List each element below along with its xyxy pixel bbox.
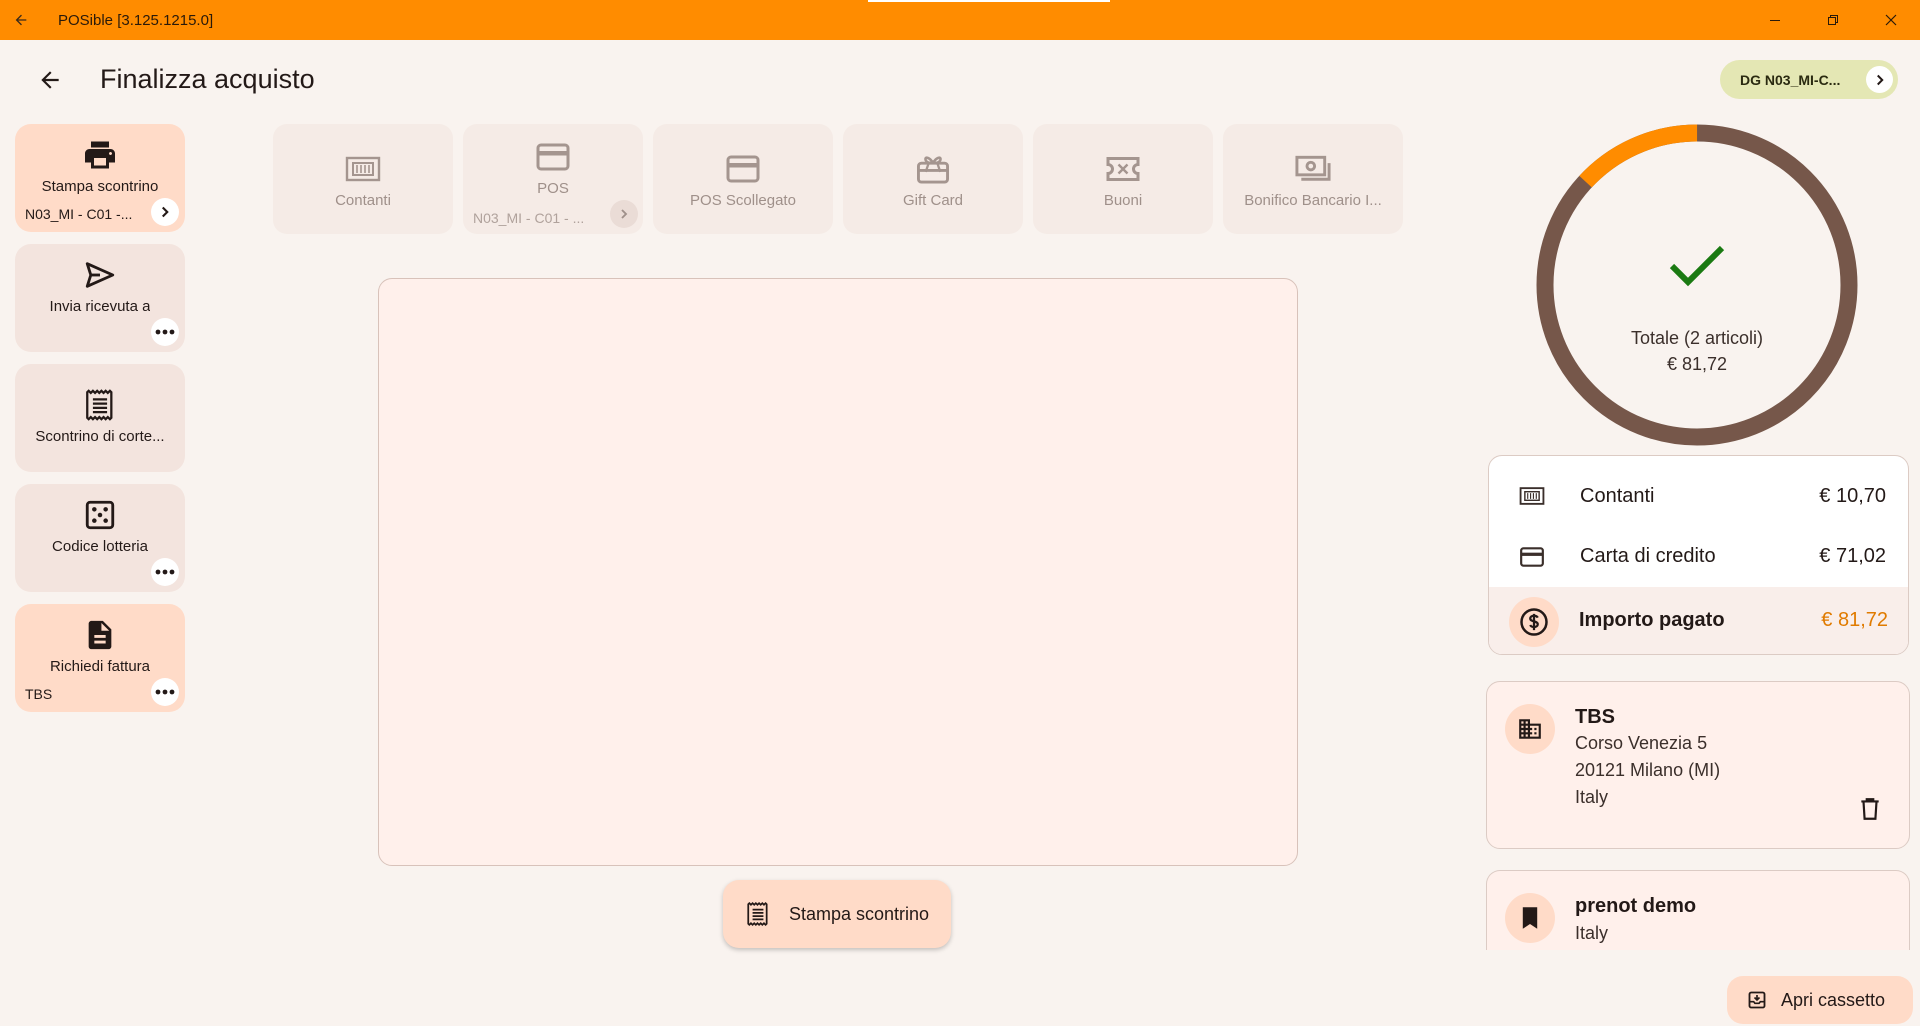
payment-method-pos-offline[interactable]: POS Scollegato — [653, 124, 833, 234]
dollar-coin-icon — [1509, 597, 1559, 647]
customer-card[interactable]: TBS Corso Venezia 5 20121 Milano (MI) It… — [1486, 681, 1910, 849]
close-icon — [1885, 14, 1897, 26]
print-receipt-label: Stampa scontrino — [789, 903, 930, 924]
payments-summary-card: Contanti € 10,70 Carta di credito € 71,0… — [1488, 455, 1909, 655]
gift-card-icon — [915, 152, 951, 186]
dice-icon — [83, 498, 117, 532]
window-drag-handle[interactable] — [868, 0, 1110, 2]
payment-method-sublabel: N03_MI - C01 - ... — [473, 210, 585, 226]
action-label: Scontrino di corte... — [35, 428, 165, 445]
total-label: Totale (2 articoli) — [1630, 328, 1764, 348]
payment-row-amount: € 10,70 — [1819, 484, 1886, 507]
action-print-receipt[interactable]: Stampa scontrino N03_MI - C01 -... — [15, 124, 185, 232]
arrow-left-icon — [15, 14, 27, 26]
printer-icon — [82, 138, 118, 172]
trash-icon — [1861, 798, 1879, 820]
amount-paid-value: € 81,72 — [1821, 609, 1888, 631]
customer-country: Italy — [1575, 787, 1609, 807]
action-label: Codice lotteria — [52, 538, 148, 555]
more-icon[interactable] — [151, 678, 179, 706]
chevron-right-icon[interactable] — [151, 198, 179, 226]
amount-paid-label: Importo pagato — [1579, 609, 1725, 631]
cash-icon — [1519, 487, 1545, 505]
bank-transfer-icon — [1294, 152, 1332, 186]
action-send-receipt[interactable]: Invia ricevuta a — [15, 244, 185, 352]
print-receipt-button[interactable]: Stampa scontrino — [723, 880, 951, 948]
payment-method-label: Bonifico Bancario I... — [1244, 192, 1382, 209]
close-button[interactable] — [1862, 0, 1920, 40]
window-back-button[interactable] — [0, 0, 42, 40]
payment-row[interactable]: Carta di credito € 71,02 — [1489, 526, 1908, 586]
payment-row-amount: € 71,02 — [1819, 544, 1886, 567]
receipt-preview-panel — [378, 278, 1298, 866]
action-label: Invia ricevuta a — [49, 298, 151, 315]
payment-method-bank-transfer[interactable]: Bonifico Bancario I... — [1223, 124, 1403, 234]
payment-method-cash[interactable]: Contanti — [273, 124, 453, 234]
window-titlebar: POSible [3.125.1215.0] — [0, 0, 1920, 40]
receipt-icon — [83, 388, 117, 422]
payment-method-label: POS Scollegato — [690, 192, 796, 209]
payment-row[interactable]: Contanti € 10,70 — [1489, 466, 1908, 526]
payment-row-label: Carta di credito — [1580, 544, 1716, 567]
action-sublabel: TBS — [25, 686, 53, 702]
receipt-icon — [747, 901, 768, 927]
action-label: Stampa scontrino — [41, 178, 159, 195]
action-request-invoice[interactable]: Richiedi fattura TBS — [15, 604, 185, 712]
bookmark-icon — [1505, 893, 1555, 943]
open-cash-drawer-button[interactable]: Apri cassetto — [1727, 976, 1913, 1024]
delete-customer-button[interactable] — [1859, 796, 1881, 827]
device-chip-label: DG N03_MI-C... — [1740, 71, 1841, 88]
reservation-card[interactable]: prenot demo Italy — [1486, 870, 1910, 950]
customer-name: TBS — [1575, 706, 1615, 728]
action-courtesy-receipt[interactable]: Scontrino di corte... — [15, 364, 185, 472]
payment-method-gift-card[interactable]: Gift Card — [843, 124, 1023, 234]
action-lottery-code[interactable]: Codice lotteria — [15, 484, 185, 592]
cash-icon — [345, 152, 381, 186]
checkmark-icon — [1669, 245, 1725, 287]
customer-address: Corso Venezia 5 — [1575, 733, 1708, 753]
arrow-left-icon — [41, 71, 59, 89]
send-icon — [81, 258, 119, 292]
payment-method-label: Gift Card — [902, 192, 963, 209]
payment-row-label: Contanti — [1580, 484, 1655, 507]
credit-card-icon — [535, 140, 571, 174]
device-selector-chip[interactable]: DG N03_MI-C... — [1720, 60, 1898, 99]
reservation-country: Italy — [1575, 923, 1609, 943]
credit-card-icon — [725, 152, 761, 186]
chevron-right-icon[interactable] — [610, 200, 638, 228]
payment-method-vouchers[interactable]: Buoni — [1033, 124, 1213, 234]
chevron-right-icon — [1866, 66, 1893, 93]
action-label: Richiedi fattura — [49, 658, 151, 675]
cash-drawer-icon — [1748, 991, 1766, 1009]
payment-method-label: Contanti — [335, 192, 391, 209]
more-icon[interactable] — [151, 318, 179, 346]
minimize-button[interactable] — [1746, 0, 1804, 40]
credit-card-icon — [1520, 547, 1544, 567]
restore-icon — [1828, 15, 1838, 25]
open-cash-drawer-label: Apri cassetto — [1781, 989, 1886, 1010]
customer-city: 20121 Milano (MI) — [1575, 760, 1721, 780]
window-title: POSible [3.125.1215.0] — [58, 11, 214, 29]
minimize-icon — [1770, 20, 1780, 21]
document-icon — [83, 618, 117, 652]
action-sublabel: N03_MI - C01 -... — [25, 206, 133, 222]
amount-paid-row: Importo pagato € 81,72 — [1489, 587, 1908, 654]
reservation-name: prenot demo — [1575, 895, 1697, 917]
payment-method-pos[interactable]: POS N03_MI - C01 - ... — [463, 124, 643, 234]
total-amount: € 81,72 — [1666, 354, 1728, 374]
restore-button[interactable] — [1804, 0, 1862, 40]
building-icon — [1505, 704, 1555, 754]
voucher-icon — [1105, 152, 1141, 186]
payment-method-label: POS — [537, 180, 569, 197]
back-button[interactable] — [30, 62, 70, 98]
page-title: Finalizza acquisto — [100, 64, 315, 94]
payment-method-label: Buoni — [1103, 192, 1143, 209]
more-icon[interactable] — [151, 558, 179, 586]
